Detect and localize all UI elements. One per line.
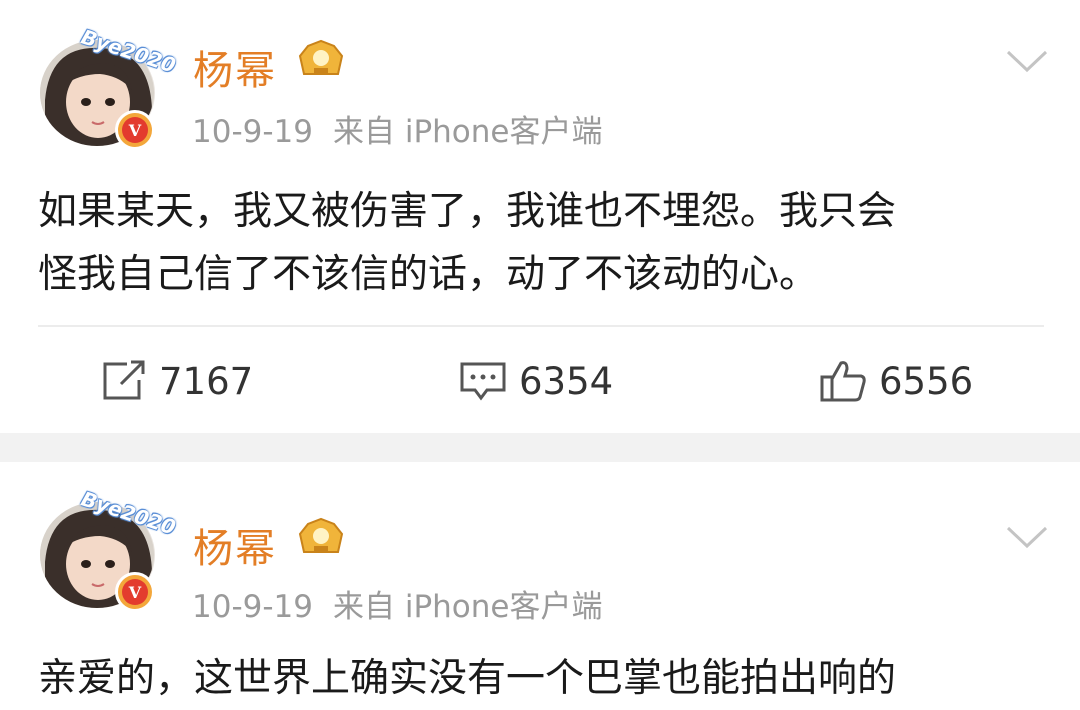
post-content: 亲爱的，这世界上确实没有一个巴掌也能拍出响的 bbox=[38, 647, 1048, 710]
vip-crown-icon[interactable] bbox=[294, 38, 348, 80]
repost-button[interactable]: 7167 bbox=[101, 358, 253, 404]
repost-count: 7167 bbox=[159, 359, 254, 403]
chevron-down-icon[interactable] bbox=[1005, 524, 1049, 550]
comment-count: 6354 bbox=[519, 359, 614, 403]
vip-crown-icon[interactable] bbox=[294, 516, 348, 558]
like-count: 6556 bbox=[879, 359, 974, 403]
post-meta: 10-9-19 来自 iPhone客户端 bbox=[192, 106, 603, 151]
post-content-line: 怪我自己信了不该信的话，动了不该动的心。 bbox=[38, 252, 819, 297]
comment-button[interactable]: 6354 bbox=[459, 358, 613, 404]
post-meta: 10-9-19 来自 iPhone客户端 bbox=[192, 581, 603, 626]
avatar[interactable]: Bye2020 V bbox=[40, 487, 178, 612]
chevron-down-icon[interactable] bbox=[1005, 48, 1049, 74]
divider bbox=[38, 325, 1044, 327]
like-button[interactable]: 6556 bbox=[819, 358, 973, 404]
weibo-post: Bye2020 V 杨幂 10-9-19 来自 iPhone客户端 亲爱的，这世界… bbox=[0, 462, 1080, 701]
post-source: 来自 iPhone客户端 bbox=[333, 114, 603, 150]
verified-icon: V bbox=[115, 110, 155, 150]
post-content-line: 如果某天，我又被伤害了，我谁也不埋怨。我只会 bbox=[38, 189, 897, 234]
like-icon bbox=[820, 361, 866, 402]
weibo-post: Bye2020 V 杨幂 10-9-19 来自 iPhone客户端 如果某天，我又… bbox=[0, 0, 1080, 433]
post-content-line: 亲爱的，这世界上确实没有一个巴掌也能拍出响的 bbox=[38, 656, 897, 701]
post-source: 来自 iPhone客户端 bbox=[333, 589, 603, 625]
author-name[interactable]: 杨幂 bbox=[193, 516, 277, 574]
verified-icon: V bbox=[115, 572, 155, 612]
author-name[interactable]: 杨幂 bbox=[193, 38, 277, 96]
avatar[interactable]: Bye2020 V bbox=[40, 25, 178, 150]
repost-icon bbox=[103, 360, 145, 400]
comment-icon bbox=[460, 362, 506, 401]
feed-separator bbox=[0, 433, 1080, 462]
post-date: 10-9-19 bbox=[192, 589, 313, 625]
post-content: 如果某天，我又被伤害了，我谁也不埋怨。我只会 怪我自己信了不该信的话，动了不该动… bbox=[38, 180, 1048, 306]
post-date: 10-9-19 bbox=[192, 114, 313, 150]
